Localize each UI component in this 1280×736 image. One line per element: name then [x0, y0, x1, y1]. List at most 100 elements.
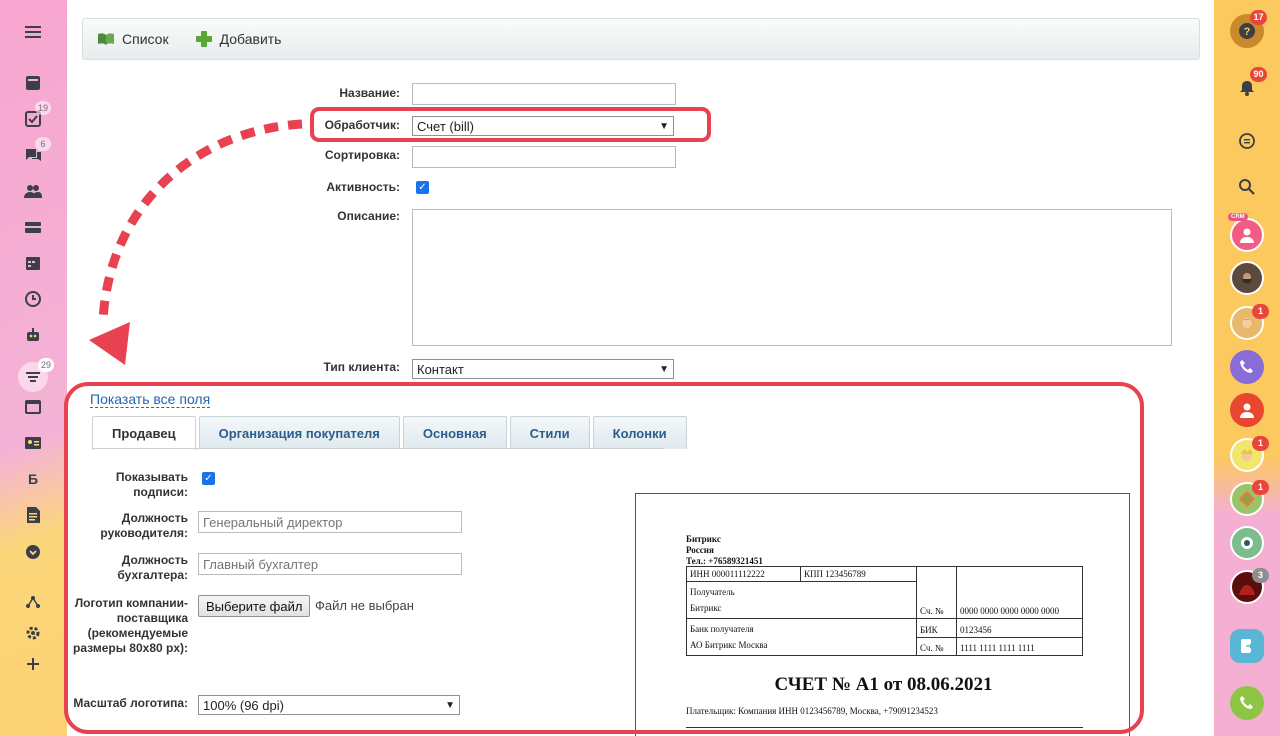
- handler-select[interactable]: Счет (bill) ▼: [412, 116, 674, 136]
- add-button[interactable]: Добавить: [195, 30, 281, 48]
- invoice-account-label: Сч. №: [916, 566, 957, 619]
- invoice-preview: Битрикс Россия Тел.: +76589321451 ИНН 00…: [635, 493, 1130, 736]
- help-icon[interactable]: ? 17: [1230, 10, 1267, 48]
- help-badge: 17: [1250, 10, 1267, 25]
- left-sidebar: 19 6 29 Б: [0, 0, 67, 736]
- bell-icon[interactable]: 90: [1230, 67, 1267, 105]
- invoice-company: Битрикс: [686, 534, 721, 544]
- more-icon[interactable]: [21, 540, 45, 564]
- employees-icon[interactable]: [21, 179, 45, 203]
- director-position-label: Должность руководителя:: [100, 511, 188, 540]
- tab-seller[interactable]: Продавец: [92, 416, 196, 450]
- description-textarea[interactable]: [412, 209, 1172, 346]
- avatar-8-badge: 3: [1252, 568, 1269, 583]
- avatar-8[interactable]: 3: [1230, 568, 1269, 604]
- avatar-1[interactable]: [1230, 261, 1264, 295]
- client-type-row: Тип клиента: Контакт ▼: [67, 359, 674, 379]
- avatar-5[interactable]: 1: [1230, 436, 1269, 472]
- name-label: Название:: [339, 86, 400, 100]
- logo-scale-select[interactable]: 100% (96 dpi) ▼: [198, 695, 460, 715]
- search-icon[interactable]: [1230, 170, 1264, 204]
- notifications-badge: 90: [1250, 67, 1267, 82]
- plus-icon[interactable]: [21, 652, 45, 676]
- screen-share-icon[interactable]: [1230, 629, 1264, 663]
- user-icon[interactable]: [1230, 393, 1264, 427]
- invoice-bank-name: АО Битрикс Москва: [690, 640, 768, 650]
- invoice-bik-label: БИК: [916, 618, 957, 638]
- calendar-icon[interactable]: [21, 251, 45, 275]
- accountant-position-input[interactable]: [198, 553, 462, 575]
- clock-icon[interactable]: [21, 287, 45, 311]
- tab-styles[interactable]: Стили: [509, 416, 590, 449]
- tab-buyer-organization[interactable]: Организация покупателя: [198, 416, 400, 449]
- tasks-icon[interactable]: 19: [21, 101, 52, 131]
- director-position-input[interactable]: [198, 511, 462, 533]
- settings-tabs: Продавец Организация покупателя Основная…: [92, 416, 687, 450]
- avatar-6[interactable]: 1: [1230, 480, 1269, 516]
- invoice-corr-account-value: 1111 1111 1111 1111: [956, 636, 1083, 656]
- letter-b-text: Б: [27, 471, 39, 487]
- gear-icon[interactable]: [21, 621, 45, 645]
- phone-icon[interactable]: [1230, 686, 1264, 720]
- chevron-down-icon: ▼: [659, 120, 669, 132]
- crm-user-icon[interactable]: CRM: [1228, 213, 1264, 252]
- toolbar: Список Добавить: [82, 18, 1200, 60]
- logo-label: Логотип компании-поставщика (рекомендуем…: [73, 596, 188, 655]
- tasks-badge: 19: [35, 101, 52, 115]
- invoice-requisites-table: ИНН 000011112222 КПП 123456789 Сч. № 000…: [686, 566, 1083, 656]
- active-checkbox[interactable]: ✓: [416, 181, 429, 194]
- svg-text:?: ?: [1244, 26, 1251, 38]
- name-input[interactable]: [412, 83, 676, 105]
- tab-main[interactable]: Основная: [402, 416, 507, 449]
- list-button-label: Список: [122, 31, 169, 47]
- no-file-text: Файл не выбран: [315, 598, 414, 613]
- accountant-position-label: Должность бухгалтера:: [117, 553, 188, 582]
- letter-b-icon[interactable]: Б: [21, 467, 45, 491]
- filter-badge: 29: [38, 358, 55, 372]
- show-all-fields-link[interactable]: Показать все поля: [90, 391, 211, 408]
- choose-file-button[interactable]: Выберите файл: [198, 595, 311, 617]
- chevron-down-icon: ▼: [445, 699, 455, 711]
- drive-icon[interactable]: [21, 215, 45, 239]
- invoice-seller-info: Битрикс Россия Тел.: +76589321451: [686, 534, 763, 567]
- contact-card-icon[interactable]: [21, 431, 45, 455]
- invoice-recipient-cell: Получатель Битрикс: [686, 581, 917, 619]
- avatar-2-badge: 1: [1252, 304, 1269, 319]
- sort-row: Сортировка:: [67, 146, 676, 168]
- main-panel: Список Добавить Название: Обработчик: Сч…: [67, 0, 1214, 736]
- logo-scale-label: Масштаб логотипа:: [73, 696, 188, 710]
- phone-call-icon[interactable]: [1230, 350, 1264, 384]
- invoice-country: Россия: [686, 545, 714, 555]
- sort-label: Сортировка:: [324, 148, 400, 162]
- active-row: Активность: ✓: [67, 180, 429, 194]
- sort-input[interactable]: [412, 146, 676, 168]
- list-button[interactable]: Список: [97, 30, 169, 48]
- client-type-select-value: Контакт: [417, 361, 464, 377]
- invoice-bank-cell: Банк получателя АО Битрикс Москва: [686, 618, 917, 656]
- avatar-7[interactable]: [1230, 526, 1264, 560]
- client-type-select[interactable]: Контакт ▼: [412, 359, 674, 379]
- tab-columns[interactable]: Колонки: [592, 416, 687, 449]
- window-icon[interactable]: [21, 395, 45, 419]
- robot-icon[interactable]: [21, 323, 45, 347]
- handler-select-value: Счет (bill): [417, 118, 474, 134]
- messages-icon[interactable]: [1230, 124, 1264, 158]
- chat-icon[interactable]: 6: [21, 137, 51, 167]
- book-icon: [98, 33, 114, 45]
- chat-badge: 6: [35, 137, 51, 151]
- show-signatures-checkbox[interactable]: ✓: [202, 472, 215, 485]
- description-row: Описание:: [67, 209, 1172, 346]
- menu-icon[interactable]: [21, 20, 45, 44]
- invoice-kpp: КПП 123456789: [800, 566, 917, 582]
- invoice-recipient-name: Битрикс: [690, 603, 722, 613]
- filter-icon[interactable]: 29: [18, 358, 55, 392]
- avatar-6-badge: 1: [1252, 480, 1269, 495]
- avatar-2[interactable]: 1: [1230, 304, 1269, 340]
- name-row: Название:: [67, 83, 676, 105]
- tabs-divider: [92, 448, 664, 449]
- invoice-title: СЧЕТ № А1 от 08.06.2021: [774, 674, 993, 695]
- feed-icon[interactable]: [21, 71, 45, 95]
- document-icon[interactable]: [21, 503, 45, 527]
- structure-icon[interactable]: [21, 590, 45, 614]
- invoice-payer: Плательщик: Компания ИНН 0123456789, Мос…: [686, 706, 938, 716]
